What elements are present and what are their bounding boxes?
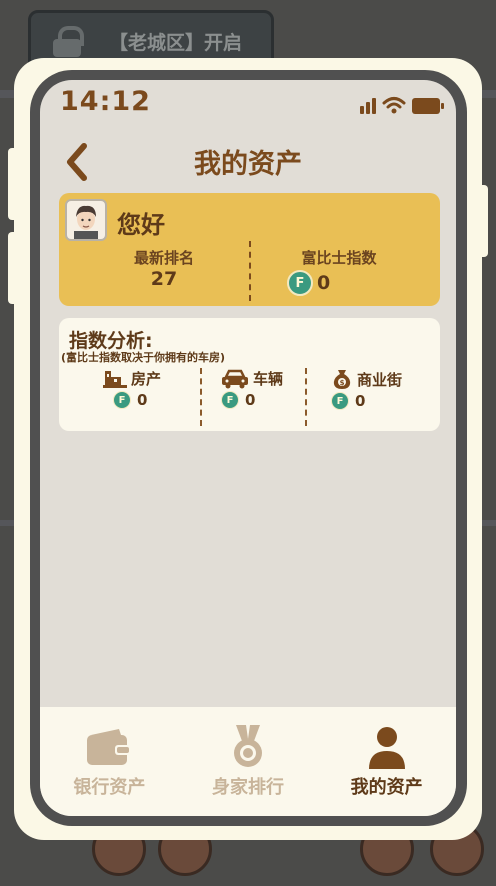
medal-icon	[233, 725, 262, 767]
nav-wealth-ranking[interactable]: 身家排行	[183, 723, 313, 816]
wallet-icon	[87, 729, 132, 765]
phone-screen: 14:12 我的资产 您好 最新排名 27 富比士指数 F 0 指数分析: (富…	[40, 80, 456, 816]
bottom-nav: 银行资产 身家排行 我的资产	[40, 707, 456, 816]
lock-icon	[53, 26, 84, 57]
locked-area-label: 【老城区】开启	[109, 31, 243, 54]
status-icons	[360, 96, 444, 114]
category-label: 房产	[131, 370, 162, 388]
category-value: 0	[137, 391, 148, 409]
greeting-text: 您好	[117, 211, 165, 239]
svg-text:$: $	[340, 379, 345, 387]
status-time: 14:12	[60, 86, 151, 117]
index-value-row: F 0	[287, 270, 330, 296]
category-divider	[200, 368, 202, 426]
battery-icon	[412, 98, 444, 114]
avatar[interactable]	[65, 199, 107, 241]
category-label: 商业街	[357, 370, 403, 389]
house-icon	[103, 370, 127, 388]
phone-side-tab	[8, 232, 18, 304]
category-value: 0	[355, 392, 366, 410]
nav-my-assets[interactable]: 我的资产	[322, 723, 452, 816]
coin-icon: F	[221, 391, 239, 409]
index-analysis-card: 指数分析: (富比士指数取决于你拥有的车房) 房产 F 0 车辆 F 0 $ 商…	[59, 318, 440, 431]
signal-icon	[360, 98, 376, 114]
summary-card: 您好 最新排名 27 富比士指数 F 0	[59, 193, 440, 306]
analysis-note: (富比士指数取决于你拥有的车房)	[61, 351, 226, 364]
coin-icon: F	[113, 391, 131, 409]
category-divider	[305, 368, 307, 426]
nav-bank-assets[interactable]: 银行资产	[44, 723, 174, 816]
person-icon	[368, 727, 405, 769]
coin-icon: F	[331, 392, 349, 410]
category-value: 0	[245, 391, 256, 409]
money-bag-icon: $	[333, 370, 351, 389]
nav-label: 身家排行	[211, 777, 284, 798]
category-house: 房产 F 0	[103, 368, 161, 409]
summary-divider	[249, 241, 251, 301]
phone-side-tab	[8, 148, 18, 220]
coin-icon: F	[287, 270, 313, 296]
category-car: 车辆 F 0	[221, 368, 283, 409]
page-title: 我的资产	[194, 149, 302, 180]
index-label: 富比士指数	[301, 249, 377, 267]
index-value: 0	[317, 272, 331, 294]
category-shopping-street: $ 商业街 F 0	[331, 368, 402, 410]
nav-label: 银行资产	[73, 777, 146, 798]
nav-label: 我的资产	[350, 777, 423, 798]
wifi-icon	[382, 97, 406, 114]
rank-label: 最新排名	[133, 249, 194, 267]
car-icon	[222, 369, 248, 388]
category-label: 车辆	[253, 370, 284, 388]
phone-side-tab	[478, 185, 488, 257]
rank-value: 27	[150, 268, 178, 290]
